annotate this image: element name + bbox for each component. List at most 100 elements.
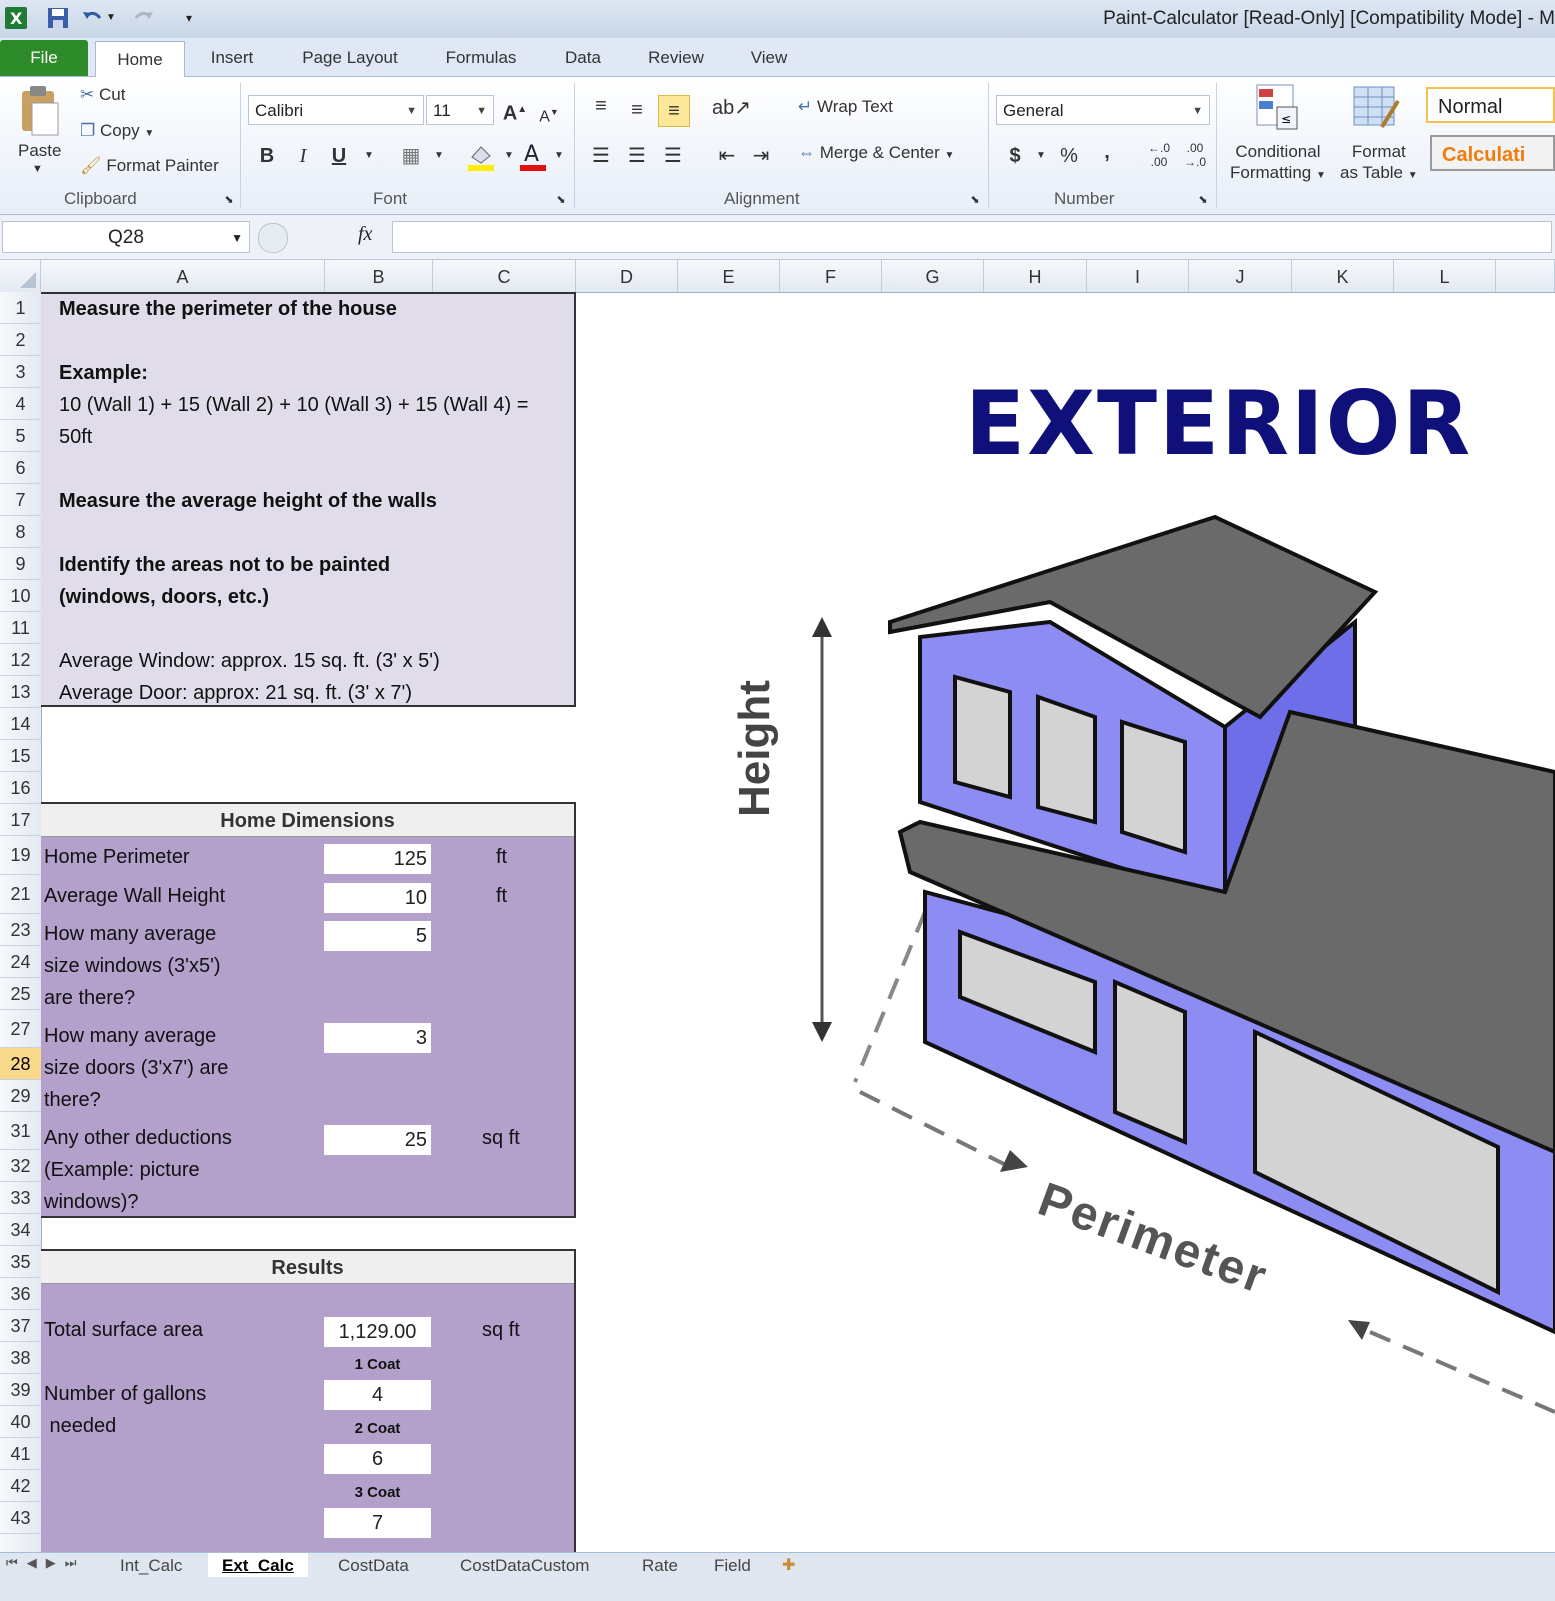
- row-header[interactable]: 5: [0, 420, 41, 452]
- align-right-icon[interactable]: ☰: [658, 141, 688, 171]
- alignment-launcher-icon[interactable]: ⬊: [960, 185, 990, 215]
- row-header[interactable]: 11: [0, 612, 41, 644]
- row-header[interactable]: 8: [0, 516, 41, 548]
- row-header[interactable]: 36: [0, 1278, 41, 1310]
- row-header[interactable]: 31: [0, 1112, 41, 1150]
- sheet-nav-arrows-icon[interactable]: ⏮◀▶⏭: [6, 1555, 85, 1571]
- row-header[interactable]: 14: [0, 708, 41, 740]
- decrease-indent-icon[interactable]: ⇤: [712, 141, 742, 171]
- row-header[interactable]: 19: [0, 836, 41, 875]
- formula-input[interactable]: [392, 221, 1552, 253]
- format-painter-button[interactable]: 🖌 Format Painter: [80, 156, 219, 176]
- column-header[interactable]: [1496, 260, 1555, 292]
- number-format-combo[interactable]: General ▼: [996, 95, 1210, 125]
- column-header[interactable]: C: [433, 260, 576, 292]
- style-normal[interactable]: Normal: [1426, 87, 1555, 123]
- row-header[interactable]: 25: [0, 978, 41, 1010]
- column-header[interactable]: I: [1087, 260, 1189, 292]
- row-header[interactable]: 12: [0, 644, 41, 676]
- currency-dropdown-icon[interactable]: ▼: [1026, 141, 1056, 171]
- perimeter-input[interactable]: 125: [324, 844, 431, 874]
- percent-button[interactable]: %: [1054, 141, 1084, 171]
- row-header[interactable]: 23: [0, 914, 41, 946]
- style-calculation[interactable]: Calculati: [1430, 135, 1555, 171]
- paste-button[interactable]: Paste: [18, 141, 61, 161]
- paste-dropdown-icon[interactable]: ▼: [32, 163, 43, 175]
- sheet-tab-field[interactable]: Field: [700, 1553, 765, 1577]
- row-header[interactable]: 6: [0, 452, 41, 484]
- insert-sheet-icon[interactable]: ✚: [782, 1555, 795, 1575]
- row-header[interactable]: 3: [0, 356, 41, 388]
- column-header[interactable]: L: [1394, 260, 1496, 292]
- row-header[interactable]: 42: [0, 1470, 41, 1502]
- select-all-corner[interactable]: [0, 260, 41, 292]
- grow-font-icon[interactable]: A▲: [500, 95, 530, 125]
- column-header[interactable]: G: [882, 260, 984, 292]
- row-header[interactable]: 15: [0, 740, 41, 772]
- orientation-icon[interactable]: ab↗: [712, 93, 751, 123]
- row-header[interactable]: 4: [0, 388, 41, 420]
- formula-bar-expand-icon[interactable]: [258, 223, 288, 253]
- row-header[interactable]: 29: [0, 1080, 41, 1112]
- conditional-formatting-icon[interactable]: ≤: [1255, 83, 1301, 135]
- redo-icon[interactable]: [132, 6, 156, 30]
- row-header[interactable]: 13: [0, 676, 41, 708]
- row-header[interactable]: 28: [0, 1048, 41, 1080]
- align-middle-icon[interactable]: ≡: [622, 95, 652, 125]
- row-header[interactable]: 17: [0, 804, 41, 836]
- copy-button[interactable]: ❐ Copy ▼: [80, 121, 154, 141]
- tab-insert[interactable]: Insert: [196, 38, 268, 76]
- column-header[interactable]: J: [1189, 260, 1292, 292]
- row-header[interactable]: 35: [0, 1246, 41, 1278]
- row-header[interactable]: 2: [0, 324, 41, 356]
- align-center-icon[interactable]: ☰: [622, 141, 652, 171]
- row-header[interactable]: 9: [0, 548, 41, 580]
- underline-dropdown-icon[interactable]: ▼: [354, 141, 384, 171]
- borders-icon[interactable]: ▦: [396, 141, 426, 171]
- tab-page-layout[interactable]: Page Layout: [290, 38, 410, 76]
- align-top-icon[interactable]: ≡: [586, 91, 616, 121]
- borders-dropdown-icon[interactable]: ▼: [424, 141, 454, 171]
- column-header[interactable]: D: [576, 260, 678, 292]
- font-color-dropdown-icon[interactable]: ▼: [544, 141, 574, 171]
- row-header[interactable]: 24: [0, 946, 41, 978]
- sheet-tab-costdatacustom[interactable]: CostDataCustom: [446, 1553, 603, 1577]
- undo-icon[interactable]: [80, 6, 104, 30]
- align-bottom-icon[interactable]: ≡: [658, 95, 690, 127]
- merge-center-button[interactable]: ⇔ Merge & Center ▼: [798, 143, 954, 163]
- name-box[interactable]: Q28 ▼: [2, 221, 250, 253]
- wall-height-input[interactable]: 10: [324, 883, 431, 913]
- underline-button[interactable]: U: [324, 141, 354, 171]
- format-as-table-icon[interactable]: [1352, 83, 1402, 135]
- column-header[interactable]: K: [1292, 260, 1394, 292]
- tab-file[interactable]: File: [0, 40, 88, 76]
- insert-function-icon[interactable]: fx: [358, 223, 372, 246]
- italic-button[interactable]: I: [288, 141, 318, 171]
- row-header[interactable]: 39: [0, 1374, 41, 1406]
- row-header[interactable]: 10: [0, 580, 41, 612]
- fill-color-icon[interactable]: [466, 141, 496, 171]
- row-header[interactable]: 37: [0, 1310, 41, 1342]
- tab-home[interactable]: Home: [95, 41, 185, 78]
- tab-formulas[interactable]: Formulas: [432, 38, 530, 76]
- font-launcher-icon[interactable]: ⬊: [546, 185, 576, 215]
- increase-decimal-button[interactable]: ←.0 .00: [1144, 141, 1174, 171]
- row-header[interactable]: 38: [0, 1342, 41, 1374]
- tab-view[interactable]: View: [738, 38, 800, 76]
- shrink-font-icon[interactable]: A▼: [534, 97, 564, 127]
- undo-dropdown-icon[interactable]: ▼: [106, 6, 130, 30]
- row-header[interactable]: 16: [0, 772, 41, 804]
- save-icon[interactable]: [46, 6, 70, 30]
- row-header[interactable]: 32: [0, 1150, 41, 1182]
- row-header[interactable]: 33: [0, 1182, 41, 1214]
- increase-indent-icon[interactable]: ⇥: [746, 141, 776, 171]
- row-header[interactable]: 1: [0, 292, 41, 324]
- conditional-formatting-button[interactable]: Conditional Formatting ▼: [1230, 141, 1326, 186]
- wrap-text-button[interactable]: ↵ Wrap Text: [798, 97, 893, 117]
- tab-data[interactable]: Data: [552, 38, 614, 76]
- sheet-tab-int-calc[interactable]: Int_Calc: [106, 1553, 196, 1577]
- row-header[interactable]: 21: [0, 875, 41, 914]
- decrease-decimal-button[interactable]: .00 →.0: [1180, 141, 1210, 171]
- column-header[interactable]: A: [41, 260, 325, 292]
- format-as-table-button[interactable]: Format as Table ▼: [1340, 141, 1418, 186]
